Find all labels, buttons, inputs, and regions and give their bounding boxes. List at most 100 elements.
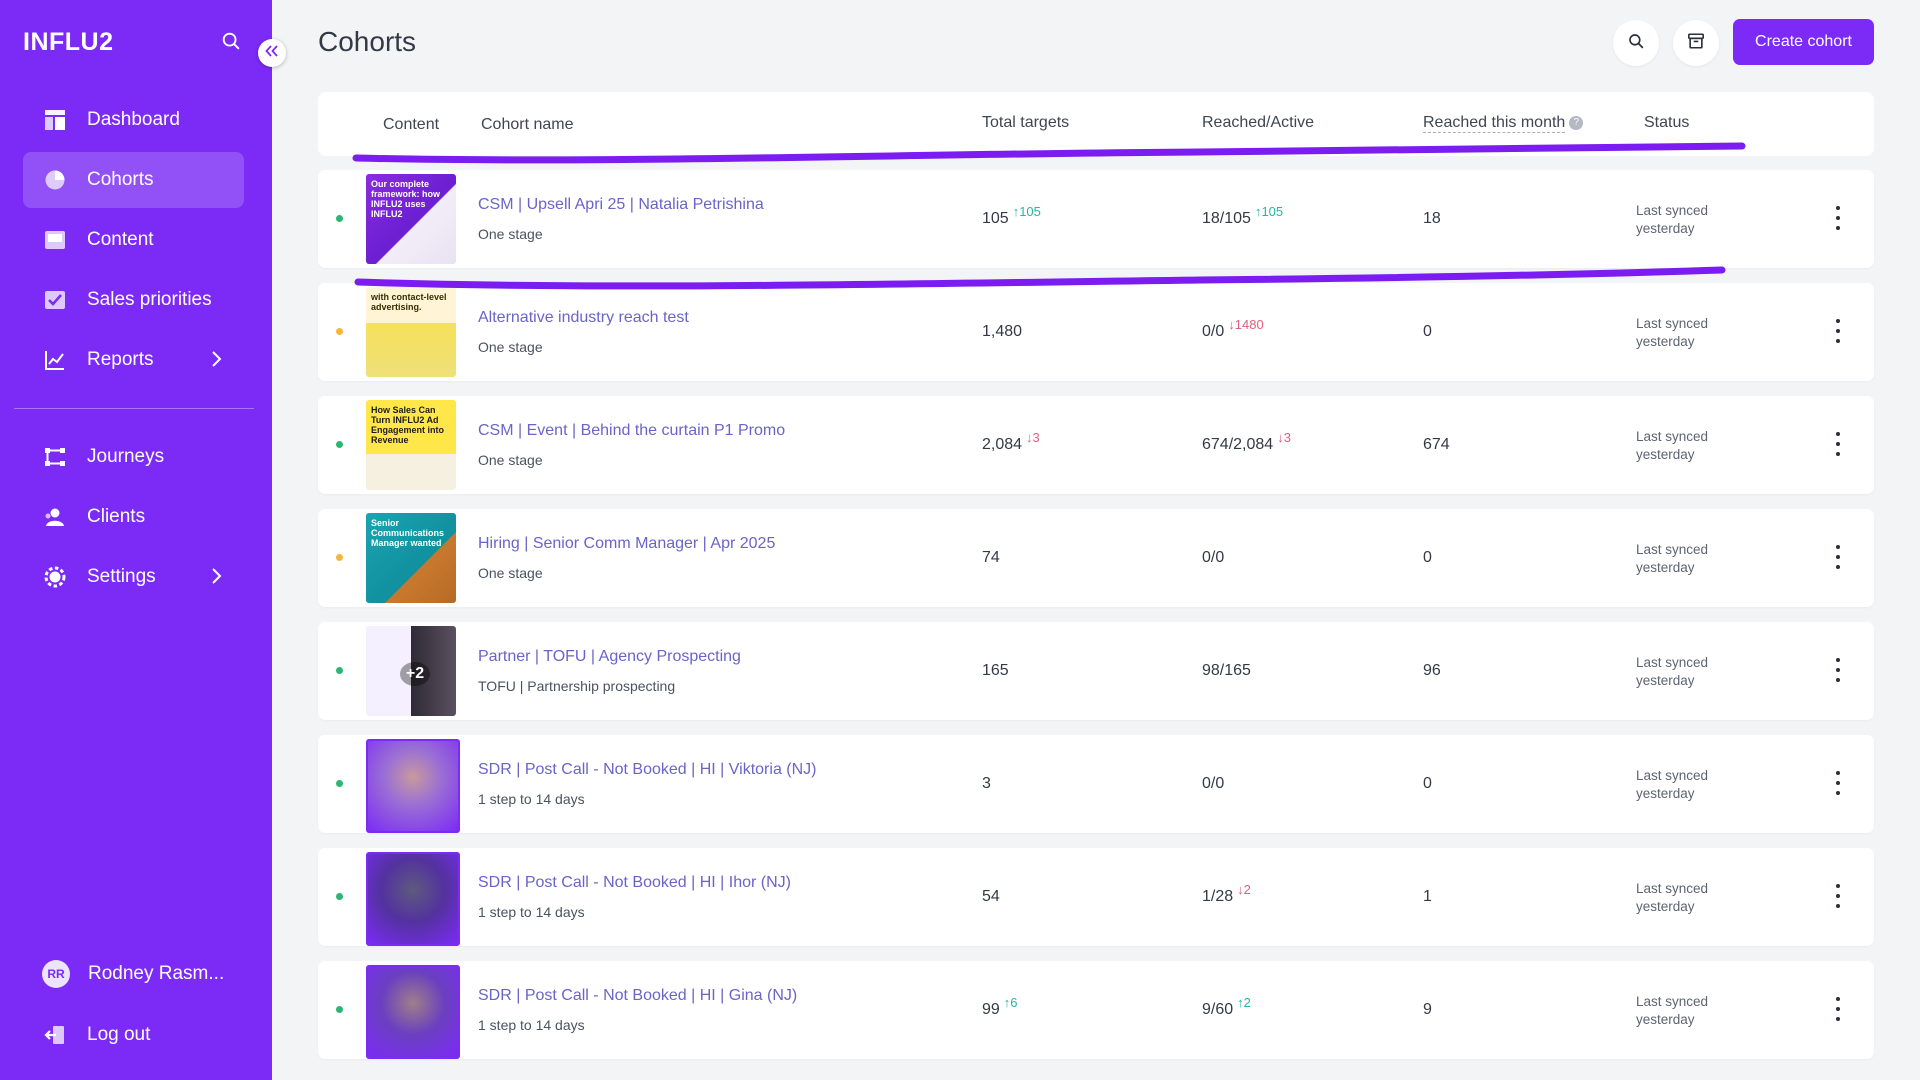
thumbnail-text: +2	[400, 662, 430, 686]
sidebar-item-settings[interactable]: Settings	[23, 549, 244, 605]
total-targets-cell: 74	[982, 549, 1004, 567]
content-thumbnail[interactable]: Our complete framework: how INFLU2 uses …	[366, 174, 456, 264]
pie-chart-icon	[43, 168, 67, 192]
content-thumbnail[interactable]: How Sales Can Turn INFLU2 Ad Engagement …	[366, 400, 456, 490]
content-thumbnail[interactable]: +2	[366, 626, 456, 716]
help-icon[interactable]: ?	[1569, 115, 1584, 130]
sync-status-line-1: Last synced	[1636, 881, 1709, 896]
column-header-reached-this-month[interactable]: Reached this month?	[1423, 114, 1584, 133]
more-options-icon[interactable]	[1828, 771, 1848, 795]
logout-label: Log out	[87, 1024, 151, 1045]
user-profile[interactable]: RR Rodney Rasm...	[42, 960, 224, 988]
reached-this-month-value: 0	[1423, 775, 1432, 792]
sidebar-item-journeys[interactable]: Journeys	[23, 429, 244, 485]
total-targets-value: 99	[982, 1001, 1000, 1018]
create-cohort-button[interactable]: Create cohort	[1733, 19, 1874, 65]
column-header-total-targets[interactable]: Total targets	[982, 114, 1069, 132]
cohort-stage: 1 step to 14 days	[478, 904, 585, 920]
thumbnail-text: How Sales Can Turn INFLU2 Ad Engagement …	[371, 405, 445, 445]
total-targets-value: 2,084	[982, 436, 1023, 453]
status-dot	[336, 780, 343, 787]
cohort-name-link[interactable]: Alternative industry reach test	[478, 309, 689, 327]
table-row[interactable]: How Sales Can Turn INFLU2 Ad Engagement …	[318, 396, 1874, 494]
logout-button[interactable]: Log out	[23, 1007, 244, 1063]
more-options-icon[interactable]	[1828, 884, 1848, 908]
cohort-stage: One stage	[478, 452, 543, 468]
sync-status: Last synced yesterday	[1636, 428, 1736, 464]
sidebar-item-content[interactable]: Content	[23, 212, 244, 268]
total-targets-delta: ↓3	[1026, 430, 1040, 445]
reached-this-month-value: 0	[1423, 323, 1432, 340]
cohort-stage: 1 step to 14 days	[478, 791, 585, 807]
sidebar-item-label: Dashboard	[87, 109, 180, 130]
table-row[interactable]: SDR | Post Call - Not Booked | HI | Vikt…	[318, 735, 1874, 833]
total-targets-delta: ↑6	[1003, 995, 1018, 1010]
cohort-stage: One stage	[478, 565, 543, 581]
column-header-cohort-name[interactable]: Cohort name	[481, 116, 574, 134]
column-header-content[interactable]: Content	[383, 116, 439, 134]
sidebar-item-reports[interactable]: Reports	[23, 332, 244, 388]
content-thumbnail[interactable]	[366, 739, 460, 833]
sync-status: Last synced yesterday	[1636, 541, 1736, 577]
cohort-name-link[interactable]: Hiring | Senior Comm Manager | Apr 2025	[478, 535, 775, 553]
column-header-status[interactable]: Status	[1644, 114, 1689, 132]
table-row[interactable]: with contact-level advertising. Alternati…	[318, 283, 1874, 381]
chevron-right-icon	[210, 350, 222, 373]
sidebar-item-label: Clients	[87, 506, 146, 527]
more-options-icon[interactable]	[1828, 319, 1848, 343]
sidebar-item-sales-priorities[interactable]: Sales priorities	[23, 272, 244, 328]
more-options-icon[interactable]	[1828, 658, 1848, 682]
cohort-name-link[interactable]: SDR | Post Call - Not Booked | HI | Gina…	[478, 987, 797, 1005]
reached-active-cell: 9/60 ↑2	[1202, 995, 1251, 1019]
content-thumbnail[interactable]: with contact-level advertising.	[366, 287, 456, 377]
more-options-icon[interactable]	[1828, 997, 1848, 1021]
reached-this-month-value: 9	[1423, 1001, 1432, 1018]
more-options-icon[interactable]	[1828, 432, 1848, 456]
reached-this-month-value: 96	[1423, 662, 1441, 679]
reached-active-value: 0/0	[1202, 323, 1225, 340]
table-row[interactable]: +2 Partner | TOFU | Agency Prospecting TOF…	[318, 622, 1874, 720]
sidebar-item-clients[interactable]: Clients	[23, 489, 244, 545]
cohort-name-link[interactable]: CSM | Event | Behind the curtain P1 Prom…	[478, 422, 785, 440]
collapse-sidebar-button[interactable]	[258, 39, 286, 67]
sync-status: Last synced yesterday	[1636, 767, 1736, 803]
status-dot	[336, 554, 343, 561]
reached-active-cell: 18/105 ↑105	[1202, 204, 1283, 228]
total-targets-cell: 54	[982, 888, 1004, 906]
table-row[interactable]: Our complete framework: how INFLU2 uses …	[318, 170, 1874, 268]
sidebar-item-label: Reports	[87, 349, 154, 370]
reached-this-month-value: 18	[1423, 210, 1441, 227]
total-targets-cell: 3	[982, 775, 995, 793]
total-targets-cell: 99 ↑6	[982, 995, 1018, 1019]
sidebar-item-dashboard[interactable]: Dashboard	[23, 92, 244, 148]
more-options-icon[interactable]	[1828, 206, 1848, 230]
logout-icon	[43, 1023, 67, 1047]
cohort-name-link[interactable]: SDR | Post Call - Not Booked | HI | Ihor…	[478, 874, 791, 892]
dashboard-icon	[43, 108, 67, 132]
status-dot	[336, 328, 343, 335]
table-row[interactable]: Senior Communications Manager wanted Hiri…	[318, 509, 1874, 607]
sync-status-line-1: Last synced	[1636, 655, 1709, 670]
content-thumbnail[interactable]	[366, 852, 460, 946]
cohort-name-link[interactable]: Partner | TOFU | Agency Prospecting	[478, 648, 741, 666]
table-row[interactable]: SDR | Post Call - Not Booked | HI | Gina…	[318, 961, 1874, 1059]
sync-status: Last synced yesterday	[1636, 880, 1736, 916]
table-row[interactable]: SDR | Post Call - Not Booked | HI | Ihor…	[318, 848, 1874, 946]
cohort-stage: One stage	[478, 339, 543, 355]
content-thumbnail[interactable]: Senior Communications Manager wanted	[366, 513, 456, 603]
header-search-button[interactable]	[1613, 20, 1659, 66]
sidebar-item-cohorts[interactable]: Cohorts	[23, 152, 244, 208]
search-icon[interactable]	[220, 30, 244, 54]
column-header-reached-active[interactable]: Reached/Active	[1202, 114, 1314, 132]
status-dot	[336, 893, 343, 900]
more-options-icon[interactable]	[1828, 545, 1848, 569]
total-targets-value: 165	[982, 662, 1009, 679]
cohort-name-link[interactable]: SDR | Post Call - Not Booked | HI | Vikt…	[478, 761, 817, 779]
content-thumbnail[interactable]	[366, 965, 460, 1059]
cohort-name-link[interactable]: CSM | Upsell Apri 25 | Natalia Petrishin…	[478, 196, 764, 214]
archive-button[interactable]	[1673, 20, 1719, 66]
reached-active-delta: ↑2	[1237, 995, 1251, 1010]
app-logo[interactable]: INFLU2	[23, 28, 114, 57]
reached-active-value: 0/0	[1202, 775, 1225, 792]
reached-this-month-value: 674	[1423, 436, 1450, 453]
